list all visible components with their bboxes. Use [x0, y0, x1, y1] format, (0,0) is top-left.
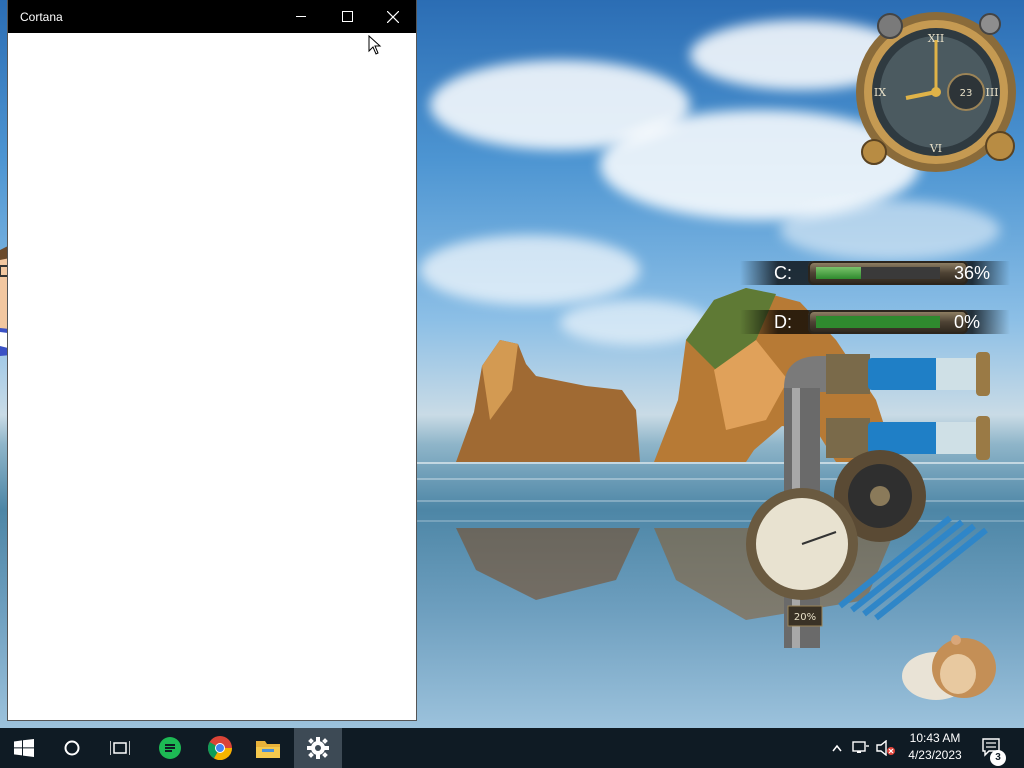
search-button[interactable]: [48, 728, 96, 768]
taskbar-time: 10:43 AM: [909, 731, 961, 745]
gauge-fill: [816, 267, 861, 279]
cortana-window[interactable]: Cortana: [8, 0, 416, 720]
gauge-track: [816, 267, 940, 279]
app-green-button[interactable]: [146, 728, 194, 768]
task-view-icon: [110, 741, 130, 755]
maximize-button[interactable]: [324, 0, 370, 33]
windows-logo-icon: [14, 739, 34, 757]
folder-icon: [256, 741, 280, 758]
window-titlebar[interactable]: Cortana: [8, 0, 416, 33]
green-app-icon: [159, 737, 181, 759]
settings-button[interactable]: [294, 728, 342, 768]
start-button[interactable]: [0, 728, 48, 768]
gauge-track: [816, 316, 940, 328]
gauge-tube: [808, 310, 968, 334]
notification-count-badge: 3: [990, 750, 1006, 766]
maximize-icon: [342, 11, 353, 22]
close-icon: [387, 11, 399, 23]
drive-percent: 36%: [954, 263, 991, 283]
file-explorer-button[interactable]: [244, 728, 292, 768]
mouse-cursor-icon: [368, 35, 382, 55]
taskbar: 10:43 AM 4/23/2023 3: [0, 728, 1024, 768]
task-view-button[interactable]: [96, 728, 144, 768]
gauge-percent-label: 20%: [794, 612, 816, 623]
window-content-area: [8, 33, 416, 720]
close-button[interactable]: [370, 0, 416, 33]
steampunk-pipes-widget: 20%: [746, 352, 990, 648]
minimize-icon: [296, 16, 306, 17]
network-icon[interactable]: [852, 740, 870, 756]
steampunk-clock-widget: XII VI IX III 23: [856, 12, 1016, 172]
clock-date-number: 23: [960, 88, 973, 99]
drive-percent: 0%: [954, 312, 981, 332]
drive-gauge-d: D: 0%: [740, 307, 1010, 337]
chrome-button[interactable]: [196, 728, 244, 768]
svg-text:III: III: [985, 86, 998, 99]
gear-icon: [307, 737, 329, 759]
drive-letter: C:: [774, 263, 792, 283]
gauge-tube: [808, 261, 968, 285]
chrome-icon: [208, 736, 232, 760]
drive-letter: D:: [774, 312, 792, 332]
volume-muted-icon[interactable]: [876, 740, 896, 756]
svg-text:VI: VI: [929, 142, 942, 155]
minimize-button[interactable]: [278, 0, 324, 33]
drive-gauge-c: C: 36%: [740, 258, 1010, 288]
taskbar-date: 4/23/2023: [908, 748, 962, 762]
taskbar-clock[interactable]: 10:43 AM 4/23/2023: [900, 730, 970, 764]
show-hidden-icons-chevron-icon[interactable]: [832, 744, 842, 752]
window-title: Cortana: [20, 10, 63, 24]
cortana-circle-icon: [64, 740, 80, 756]
svg-text:IX: IX: [874, 86, 886, 99]
hamster-widget-icon: [902, 635, 996, 700]
